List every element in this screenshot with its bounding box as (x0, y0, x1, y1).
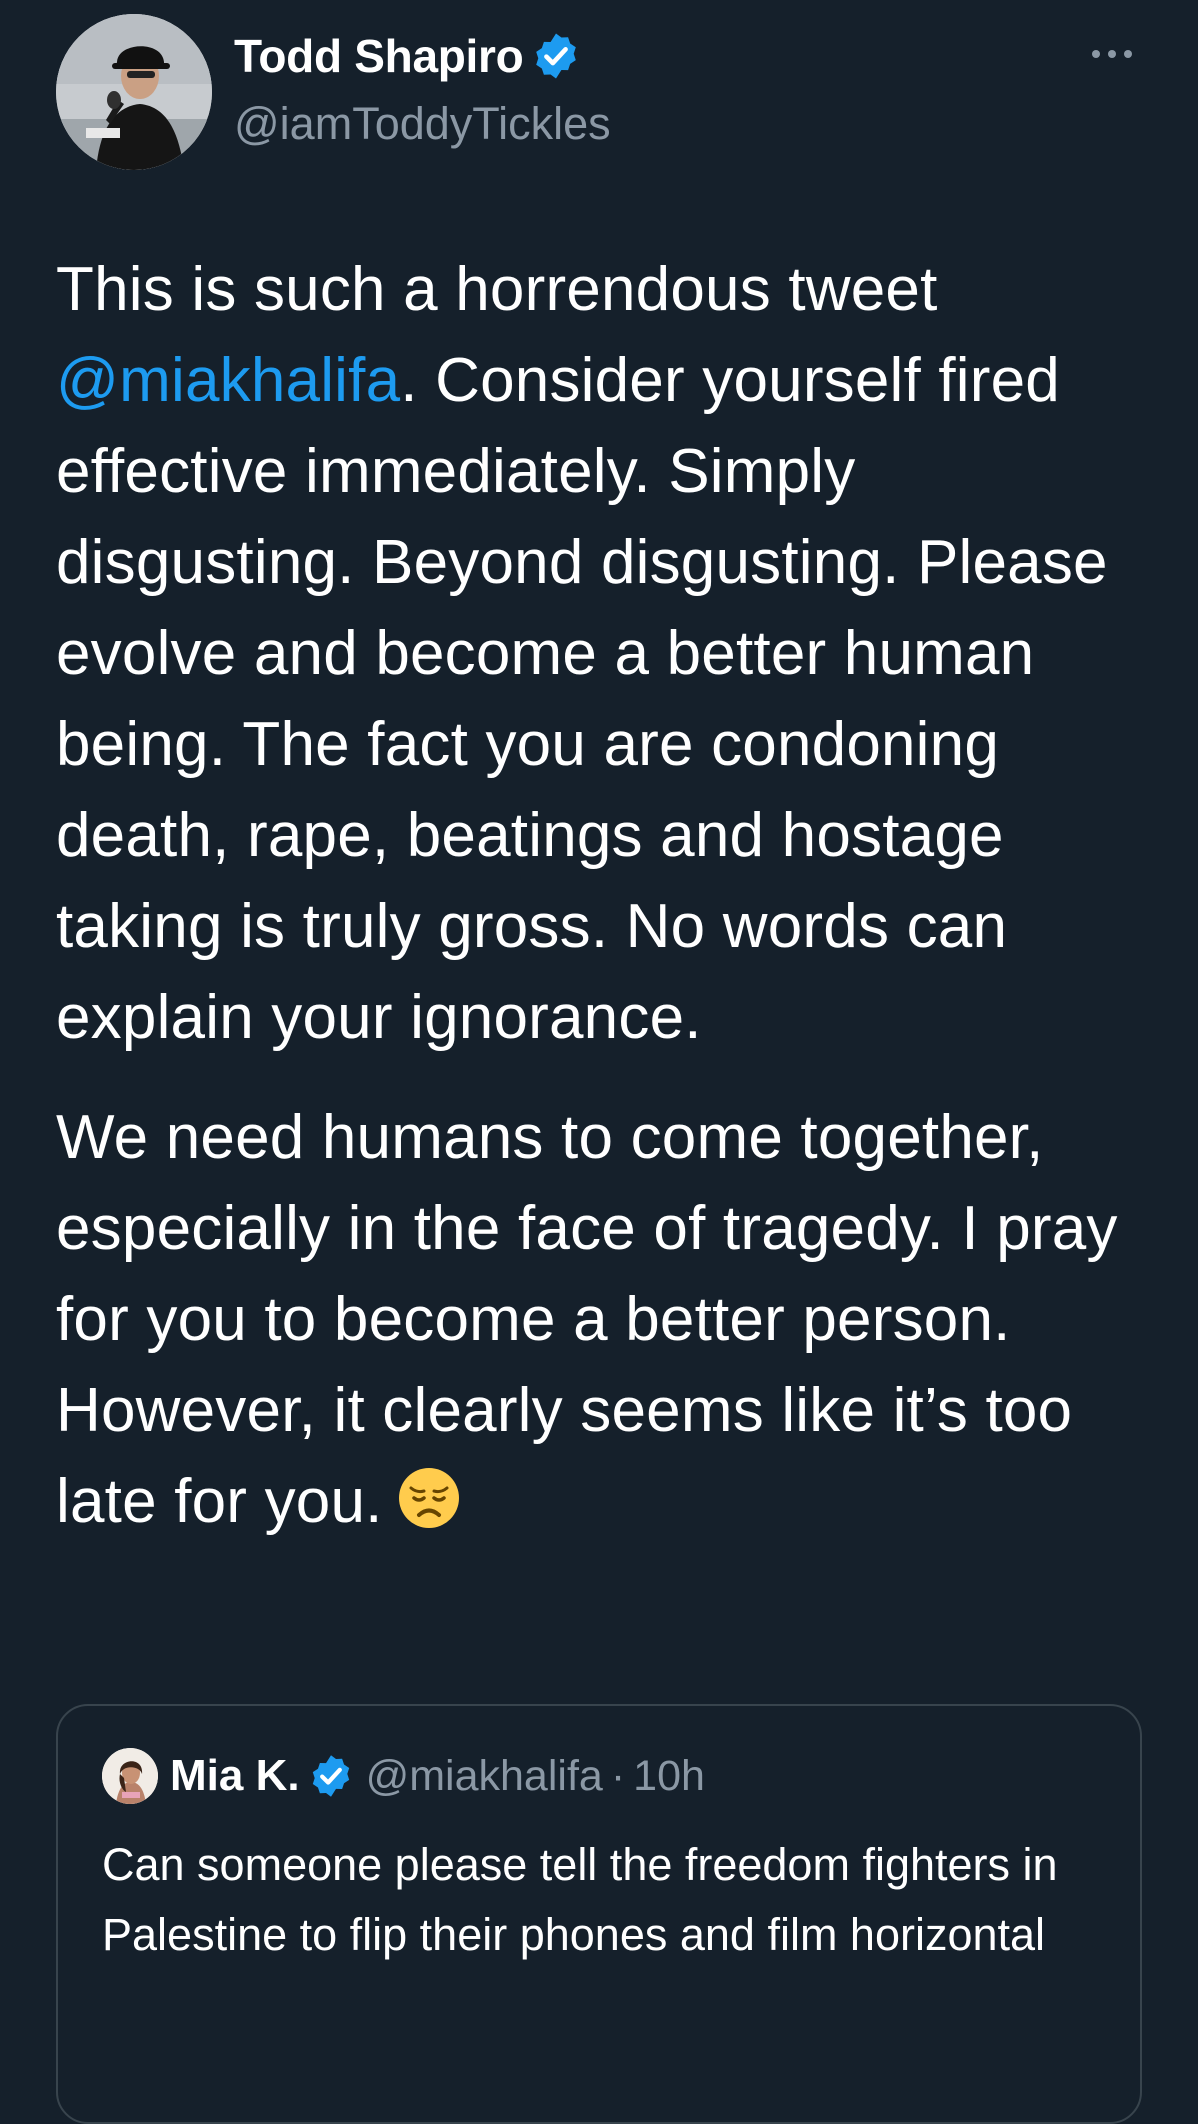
verified-badge-icon (312, 1755, 349, 1797)
tweet-text-part: This is such a horrendous tweet (56, 255, 938, 324)
tweet-card: Todd Shapiro @iamToddyTickles This is su… (0, 0, 1198, 2124)
tweet-text-part: . Consider yourself fired effective imme… (56, 346, 1108, 1052)
author-handle[interactable]: @iamToddyTickles (234, 98, 611, 150)
mention-link[interactable]: @miakhalifa (56, 346, 400, 415)
tweet-text-part: We need humans to come together, especia… (56, 1103, 1118, 1536)
tweet-paragraph-2: We need humans to come together, especia… (56, 1092, 1156, 1547)
more-dot (1108, 50, 1116, 58)
author-avatar[interactable] (56, 14, 212, 170)
quoted-author-avatar[interactable] (102, 1748, 158, 1804)
quoted-author-handle[interactable]: @miakhalifa (366, 1752, 603, 1801)
quoted-tweet-text: Can someone please tell the freedom figh… (102, 1839, 1058, 1960)
author-name[interactable]: Todd Shapiro (234, 29, 524, 83)
quoted-tweet-header: Mia K. @miakhalifa · 10h (102, 1746, 705, 1806)
more-options-icon[interactable] (1092, 44, 1132, 64)
quoted-avatar-photo (102, 1748, 158, 1804)
quoted-tweet-timestamp[interactable]: 10h (633, 1752, 705, 1801)
tweet-header: Todd Shapiro @iamToddyTickles (56, 14, 1146, 174)
quoted-author-name[interactable]: Mia K. (170, 1751, 300, 1801)
tweet-paragraph-1: This is such a horrendous tweet @miakhal… (56, 244, 1156, 1063)
quoted-tweet[interactable]: Mia K. @miakhalifa · 10h Can someone ple… (56, 1704, 1142, 2124)
separator-dot: · (610, 1751, 626, 1800)
more-dot (1124, 50, 1132, 58)
verified-badge-icon (536, 33, 577, 79)
more-dot (1092, 50, 1100, 58)
tweet-text: This is such a horrendous tweet @miakhal… (56, 244, 1156, 1547)
author-name-row: Todd Shapiro (234, 28, 581, 84)
disappointed-face-icon (398, 1468, 459, 1528)
avatar-photo (56, 14, 212, 170)
